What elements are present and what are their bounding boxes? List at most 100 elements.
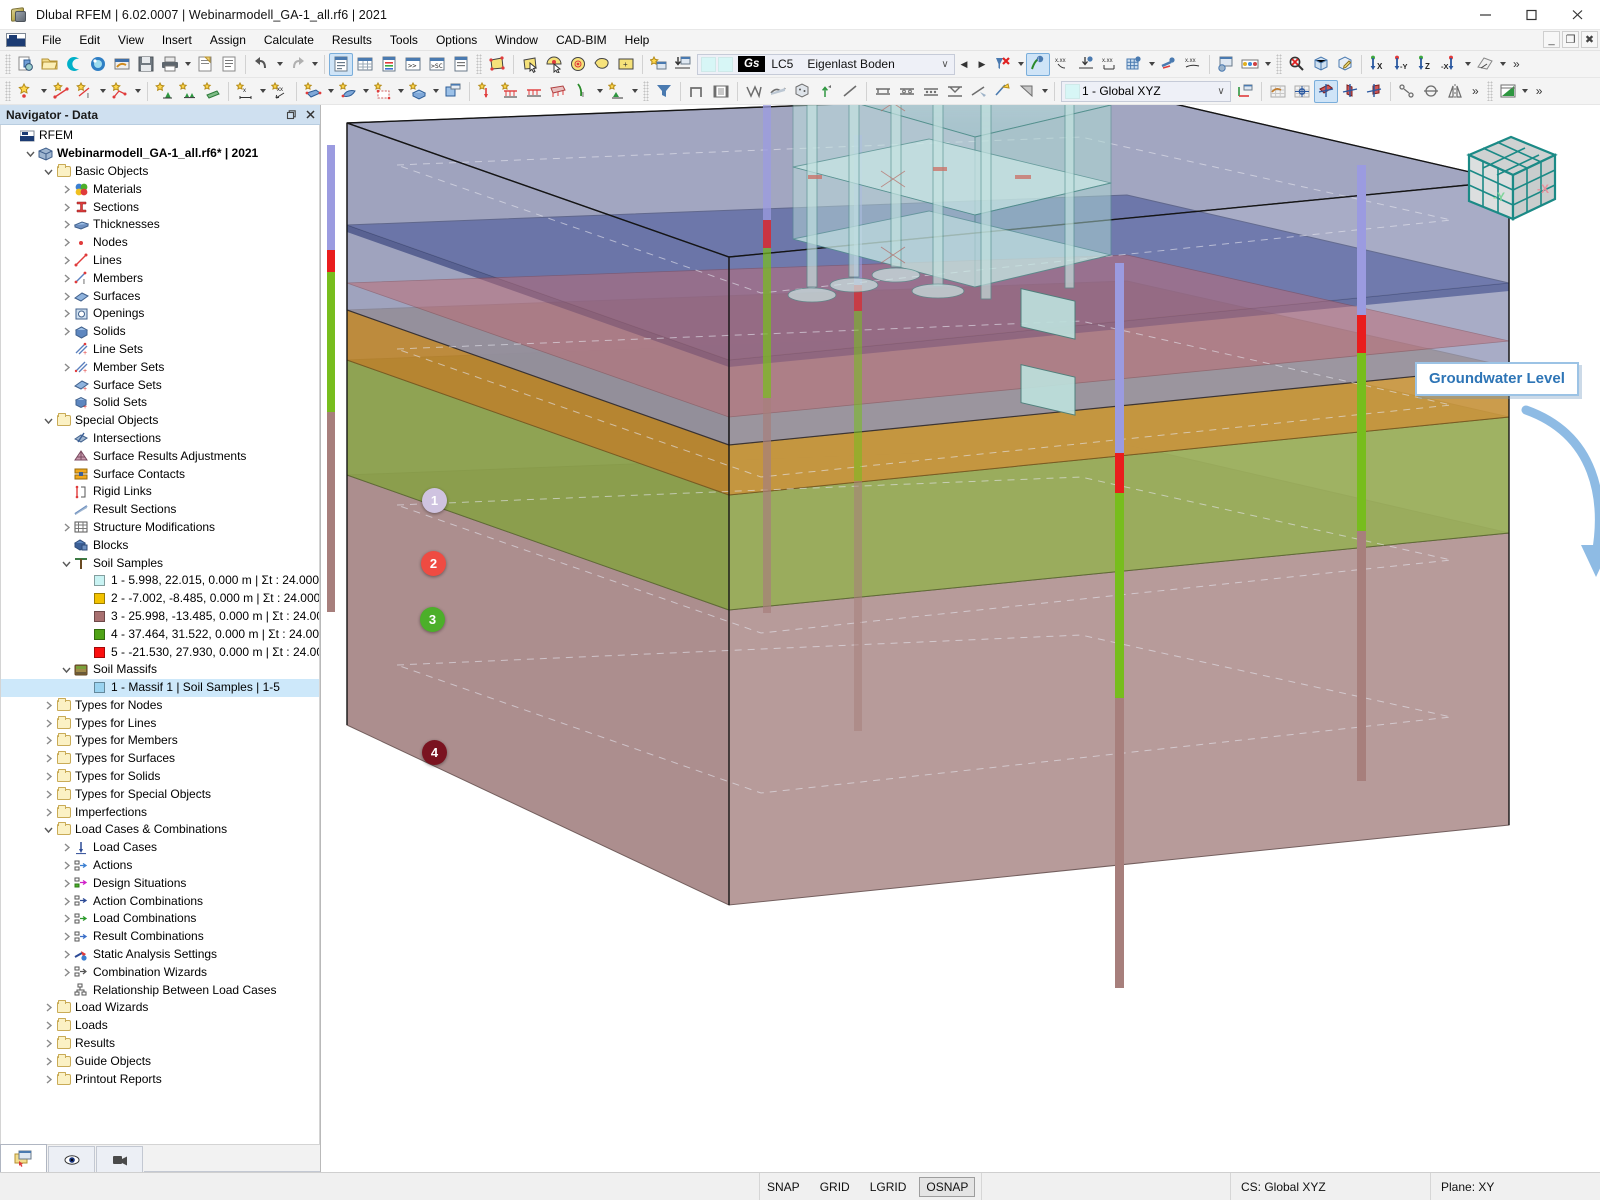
view-x-button[interactable]: X bbox=[1366, 53, 1390, 76]
tree-item-sections[interactable]: Sections bbox=[1, 198, 319, 216]
filmstrip-button[interactable] bbox=[709, 80, 733, 103]
select-circle-button[interactable] bbox=[566, 53, 590, 76]
tree-item-thicknesses[interactable]: Thicknesses bbox=[1, 216, 319, 234]
chevron-right-icon[interactable] bbox=[59, 203, 73, 212]
document-close-button[interactable]: ✖ bbox=[1581, 31, 1598, 48]
insert-opening-button[interactable] bbox=[371, 80, 395, 103]
tree-item-load-cases-combinations[interactable]: Load Cases & Combinations bbox=[1, 821, 319, 839]
insert-curved-surface-button[interactable] bbox=[336, 80, 360, 103]
chevron-right-icon[interactable] bbox=[59, 327, 73, 336]
tree-item-blocks[interactable]: Blocks bbox=[1, 536, 319, 554]
chevron-right-icon[interactable] bbox=[41, 1039, 55, 1048]
soil-layer-badge-1[interactable]: 1 bbox=[422, 488, 447, 513]
view-z-button[interactable]: Z bbox=[1414, 53, 1438, 76]
table-colors-button[interactable] bbox=[377, 53, 401, 76]
perspective-dropdown-arrow[interactable] bbox=[1497, 53, 1508, 76]
status-coordinate-system[interactable]: CS: Global XYZ bbox=[1230, 1173, 1430, 1200]
menu-assign[interactable]: Assign bbox=[201, 31, 255, 50]
previous-load-case-button[interactable]: ◀ bbox=[955, 54, 973, 75]
zoom-all-button[interactable] bbox=[1309, 53, 1333, 76]
tree-item-intersections[interactable]: Intersections bbox=[1, 430, 319, 448]
insert-line-button[interactable] bbox=[49, 80, 73, 103]
menu-calculate[interactable]: Calculate bbox=[255, 31, 323, 50]
chevron-right-icon[interactable] bbox=[41, 1003, 55, 1012]
tree-item-types-for-lines[interactable]: Types for Lines bbox=[1, 714, 319, 732]
tree-item-rigid-links[interactable]: Rigid Links bbox=[1, 483, 319, 501]
tree-item-results[interactable]: Results bbox=[1, 1035, 319, 1053]
delete-results-button[interactable] bbox=[991, 53, 1015, 76]
toolbar-overflow-button[interactable]: » bbox=[1508, 57, 1525, 71]
new-model-button[interactable] bbox=[14, 53, 38, 76]
calculate-button[interactable]: i bbox=[1026, 53, 1050, 76]
shadow-button[interactable] bbox=[1015, 80, 1039, 103]
navigator-tab-data[interactable] bbox=[0, 1144, 47, 1172]
tree-item-types-for-nodes[interactable]: Types for Nodes bbox=[1, 697, 319, 715]
tree-item-actions[interactable]: Actions bbox=[1, 857, 319, 875]
tree-item-webinarmodell-ga-1-all-rf6-2021[interactable]: Webinarmodell_GA-1_all.rf6* | 2021 bbox=[1, 145, 319, 163]
select-node-button[interactable] bbox=[542, 53, 566, 76]
chevron-right-icon[interactable] bbox=[59, 523, 73, 532]
tree-item-static-analysis-settings[interactable]: Static Analysis Settings bbox=[1, 946, 319, 964]
chevron-right-icon[interactable] bbox=[41, 736, 55, 745]
undo-dropdown-arrow[interactable] bbox=[274, 53, 285, 76]
navigator-tree[interactable]: RFEMWebinarmodell_GA-1_all.rf6* | 2021Ba… bbox=[0, 125, 320, 1144]
edit-view-button[interactable] bbox=[1333, 53, 1357, 76]
dimension-button[interactable]: x bbox=[233, 80, 257, 103]
insert-node-button[interactable] bbox=[14, 80, 38, 103]
tree-item-types-for-members[interactable]: Types for Members bbox=[1, 732, 319, 750]
tree-item-solid-sets[interactable]: +Solid Sets bbox=[1, 394, 319, 412]
insert-polyline-dropdown-arrow[interactable] bbox=[132, 80, 143, 103]
chevron-down-icon[interactable] bbox=[41, 416, 55, 425]
chevron-right-icon[interactable] bbox=[41, 754, 55, 763]
tree-item-imperfections[interactable]: Imperfections bbox=[1, 803, 319, 821]
chevron-right-icon[interactable] bbox=[41, 719, 55, 728]
maximize-button[interactable] bbox=[1508, 0, 1554, 30]
toolbar-grip-2[interactable] bbox=[476, 54, 482, 74]
chevron-right-icon[interactable] bbox=[59, 220, 73, 229]
chevron-right-icon[interactable] bbox=[59, 843, 73, 852]
filter-button[interactable] bbox=[652, 80, 676, 103]
select-box-button[interactable]: + bbox=[614, 53, 638, 76]
chevron-right-icon[interactable] bbox=[59, 185, 73, 194]
deformation-button[interactable] bbox=[1074, 53, 1098, 76]
color-scale-dropdown-arrow[interactable] bbox=[1262, 53, 1273, 76]
menu-window[interactable]: Window bbox=[486, 31, 547, 50]
status-grid-toggle[interactable]: GRID bbox=[813, 1177, 857, 1197]
dimension-dropdown-arrow[interactable] bbox=[257, 80, 268, 103]
object-snap-button[interactable] bbox=[1395, 80, 1419, 103]
toolbar-grip-3[interactable] bbox=[1276, 54, 1282, 74]
menu-view[interactable]: View bbox=[109, 31, 153, 50]
document-minimize-button[interactable]: _ bbox=[1543, 31, 1560, 48]
chevron-right-icon[interactable] bbox=[41, 1021, 55, 1030]
tree-item-2-7-002-8-485-0-000-m-t-24-000-m[interactable]: 2 - -7.002, -8.485, 0.000 m | Σt : 24.00… bbox=[1, 590, 319, 608]
script-console-button[interactable]: >SC bbox=[425, 53, 449, 76]
soil-layer-badge-3[interactable]: 3 bbox=[420, 607, 445, 632]
view-plane-yz-button[interactable] bbox=[1338, 80, 1362, 103]
redo-dropdown-arrow[interactable] bbox=[309, 53, 320, 76]
status-snap-toggle[interactable]: SNAP bbox=[760, 1177, 807, 1197]
zoom-reset-button[interactable] bbox=[1285, 53, 1309, 76]
cloud-open-button[interactable] bbox=[62, 53, 86, 76]
delete-results-dropdown-arrow[interactable] bbox=[1015, 53, 1026, 76]
axis-origin-button[interactable] bbox=[1233, 80, 1257, 103]
tree-item-lines[interactable]: Lines bbox=[1, 252, 319, 270]
tree-item-surface-results-adjustments[interactable]: Surface Results Adjustments bbox=[1, 447, 319, 465]
tree-item-solids[interactable]: Solids bbox=[1, 323, 319, 341]
surface-select-button[interactable] bbox=[485, 53, 509, 76]
tree-item-load-wizards[interactable]: Load Wizards bbox=[1, 999, 319, 1017]
tree-item-soil-massifs[interactable]: Soil Massifs bbox=[1, 661, 319, 679]
tree-item-5-21-530-27-930-0-000-m-t-24-000-m[interactable]: 5 - -21.530, 27.930, 0.000 m | Σt : 24.0… bbox=[1, 643, 319, 661]
insert-imposed-load-button[interactable] bbox=[605, 80, 629, 103]
toolbar2-grip[interactable] bbox=[5, 81, 11, 101]
insert-block-button[interactable] bbox=[441, 80, 465, 103]
status-lgrid-toggle[interactable]: LGRID bbox=[863, 1177, 914, 1197]
chevron-down-icon[interactable] bbox=[41, 825, 55, 834]
menu-help[interactable]: Help bbox=[616, 31, 659, 50]
chevron-right-icon[interactable] bbox=[59, 256, 73, 265]
chevron-right-icon[interactable] bbox=[59, 292, 73, 301]
chevron-down-icon[interactable] bbox=[41, 167, 55, 176]
frame-button[interactable] bbox=[685, 80, 709, 103]
navigator-toggle-button[interactable] bbox=[329, 53, 353, 76]
ortho-snap-button[interactable] bbox=[1419, 80, 1443, 103]
view-neg-y-button[interactable]: -Y bbox=[1390, 53, 1414, 76]
